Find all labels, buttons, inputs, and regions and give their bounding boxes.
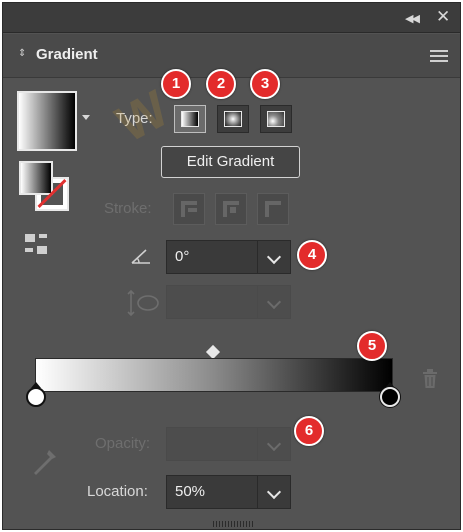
double-chevron-left-icon[interactable]: ◀◀ — [405, 12, 420, 25]
callout-badge-3: 3 — [250, 69, 280, 99]
aspect-ratio-dropdown[interactable] — [257, 285, 291, 319]
panel-titlebar: ◀◀ ✕ — [3, 3, 460, 33]
gradient-panel: ◀◀ ✕ ⇕ Gradient W Type: Edit Gradient St… — [2, 2, 461, 530]
expand-collapse-icon[interactable]: ⇕ — [18, 48, 26, 59]
gradient-midpoint-handle[interactable] — [205, 344, 221, 360]
callout-badge-6: 6 — [294, 416, 324, 446]
edit-gradient-button[interactable]: Edit Gradient — [161, 146, 300, 178]
panel-title[interactable]: Gradient — [36, 46, 98, 63]
callout-badge-5: 5 — [357, 331, 387, 361]
gradient-fill-swatch[interactable] — [17, 91, 77, 151]
chevron-down-icon — [266, 294, 282, 310]
freeform-gradient-icon — [267, 111, 285, 127]
location-label: Location: — [87, 483, 148, 500]
gradient-stop-black[interactable] — [380, 387, 400, 407]
fill-active-swatch[interactable] — [19, 161, 53, 195]
resize-grip[interactable] — [213, 521, 253, 527]
location-dropdown[interactable] — [257, 475, 291, 509]
stroke-label: Stroke: — [104, 200, 152, 217]
opacity-dropdown[interactable] — [257, 427, 291, 461]
angle-icon — [131, 249, 150, 264]
chevron-down-icon[interactable] — [82, 115, 90, 120]
panel-tab-row: ⇕ Gradient — [3, 34, 460, 78]
linear-gradient-icon — [181, 111, 199, 127]
gradient-slider[interactable] — [35, 358, 393, 392]
radial-gradient-button[interactable] — [217, 105, 249, 133]
hamburger-menu-icon[interactable] — [430, 50, 448, 62]
aspect-ratio-input[interactable] — [166, 285, 258, 319]
eyedropper-icon[interactable] — [31, 447, 59, 479]
location-input[interactable]: 50% — [166, 475, 258, 509]
angle-input[interactable]: 0° — [166, 240, 258, 274]
callout-badge-4: 4 — [297, 240, 327, 270]
callout-badge-1: 1 — [161, 69, 191, 99]
reverse-gradient-icon[interactable] — [25, 234, 51, 258]
stroke-across-button[interactable] — [257, 193, 289, 225]
chevron-down-icon — [266, 436, 282, 452]
angle-dropdown[interactable] — [257, 240, 291, 274]
opacity-label: Opacity: — [95, 435, 151, 452]
trash-icon[interactable] — [422, 369, 438, 389]
chevron-down-icon — [266, 249, 282, 265]
aspect-ratio-icon — [127, 289, 159, 317]
radial-gradient-icon — [224, 111, 242, 127]
freeform-gradient-button[interactable] — [260, 105, 292, 133]
chevron-down-icon — [266, 484, 282, 500]
stroke-within-button[interactable] — [173, 193, 205, 225]
close-icon[interactable]: ✕ — [436, 7, 450, 27]
opacity-input[interactable] — [166, 427, 258, 461]
stroke-along-button[interactable] — [215, 193, 247, 225]
panel-content: W Type: Edit Gradient Stroke: 0° Opacity… — [3, 69, 460, 519]
gradient-stop-white[interactable] — [26, 387, 46, 407]
callout-badge-2: 2 — [206, 69, 236, 99]
linear-gradient-button[interactable] — [174, 105, 206, 133]
